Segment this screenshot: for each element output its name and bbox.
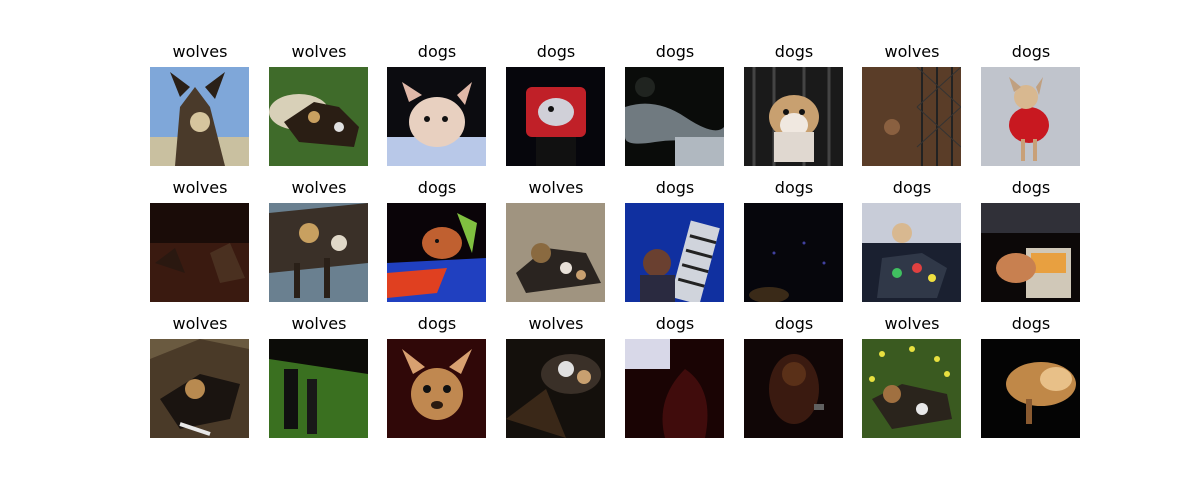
animal-photo xyxy=(387,339,486,438)
image-tile: wolves xyxy=(269,179,369,302)
animal-photo xyxy=(269,339,368,438)
animal-photo xyxy=(150,67,249,166)
animal-photo xyxy=(981,203,1080,302)
image-tile: wolves xyxy=(269,43,369,166)
image-tile: dogs xyxy=(862,179,962,302)
image-tile: wolves xyxy=(269,315,369,438)
image-tile: dogs xyxy=(625,179,725,302)
image-tile: dogs xyxy=(387,43,487,166)
animal-photo xyxy=(744,339,843,438)
animal-photo xyxy=(387,203,486,302)
animal-photo xyxy=(744,67,843,166)
image-tile: dogs xyxy=(981,43,1081,166)
animal-photo xyxy=(981,339,1080,438)
image-class-label: dogs xyxy=(1011,314,1051,333)
image-tile: wolves xyxy=(150,315,250,438)
image-tile: wolves xyxy=(862,315,962,438)
image-tile: dogs xyxy=(506,43,606,166)
animal-photo xyxy=(625,67,724,166)
animal-photo xyxy=(862,339,961,438)
animal-photo xyxy=(862,67,961,166)
image-tile: dogs xyxy=(387,179,487,302)
animal-photo xyxy=(387,67,486,166)
animal-photo xyxy=(269,203,368,302)
image-tile: dogs xyxy=(981,315,1081,438)
image-tile: dogs xyxy=(744,315,844,438)
image-tile: wolves xyxy=(506,179,606,302)
animal-photo xyxy=(150,203,249,302)
animal-photo xyxy=(506,203,605,302)
image-tile: dogs xyxy=(744,179,844,302)
image-tile: dogs xyxy=(744,43,844,166)
image-class-label: dogs xyxy=(1011,42,1051,61)
animal-photo xyxy=(981,67,1080,166)
animal-photo xyxy=(625,203,724,302)
image-tile: dogs xyxy=(625,43,725,166)
image-tile: dogs xyxy=(387,315,487,438)
animal-photo xyxy=(150,339,249,438)
animal-photo xyxy=(269,67,368,166)
image-tile: wolves xyxy=(862,43,962,166)
image-class-label: dogs xyxy=(1011,178,1051,197)
image-tile: wolves xyxy=(506,315,606,438)
animal-photo xyxy=(862,203,961,302)
animal-photo xyxy=(506,67,605,166)
image-tile: dogs xyxy=(625,315,725,438)
image-tile: dogs xyxy=(981,179,1081,302)
image-tile: wolves xyxy=(150,43,250,166)
animal-photo xyxy=(625,339,724,438)
animal-photo xyxy=(744,203,843,302)
animal-photo xyxy=(506,339,605,438)
image-tile: wolves xyxy=(150,179,250,302)
